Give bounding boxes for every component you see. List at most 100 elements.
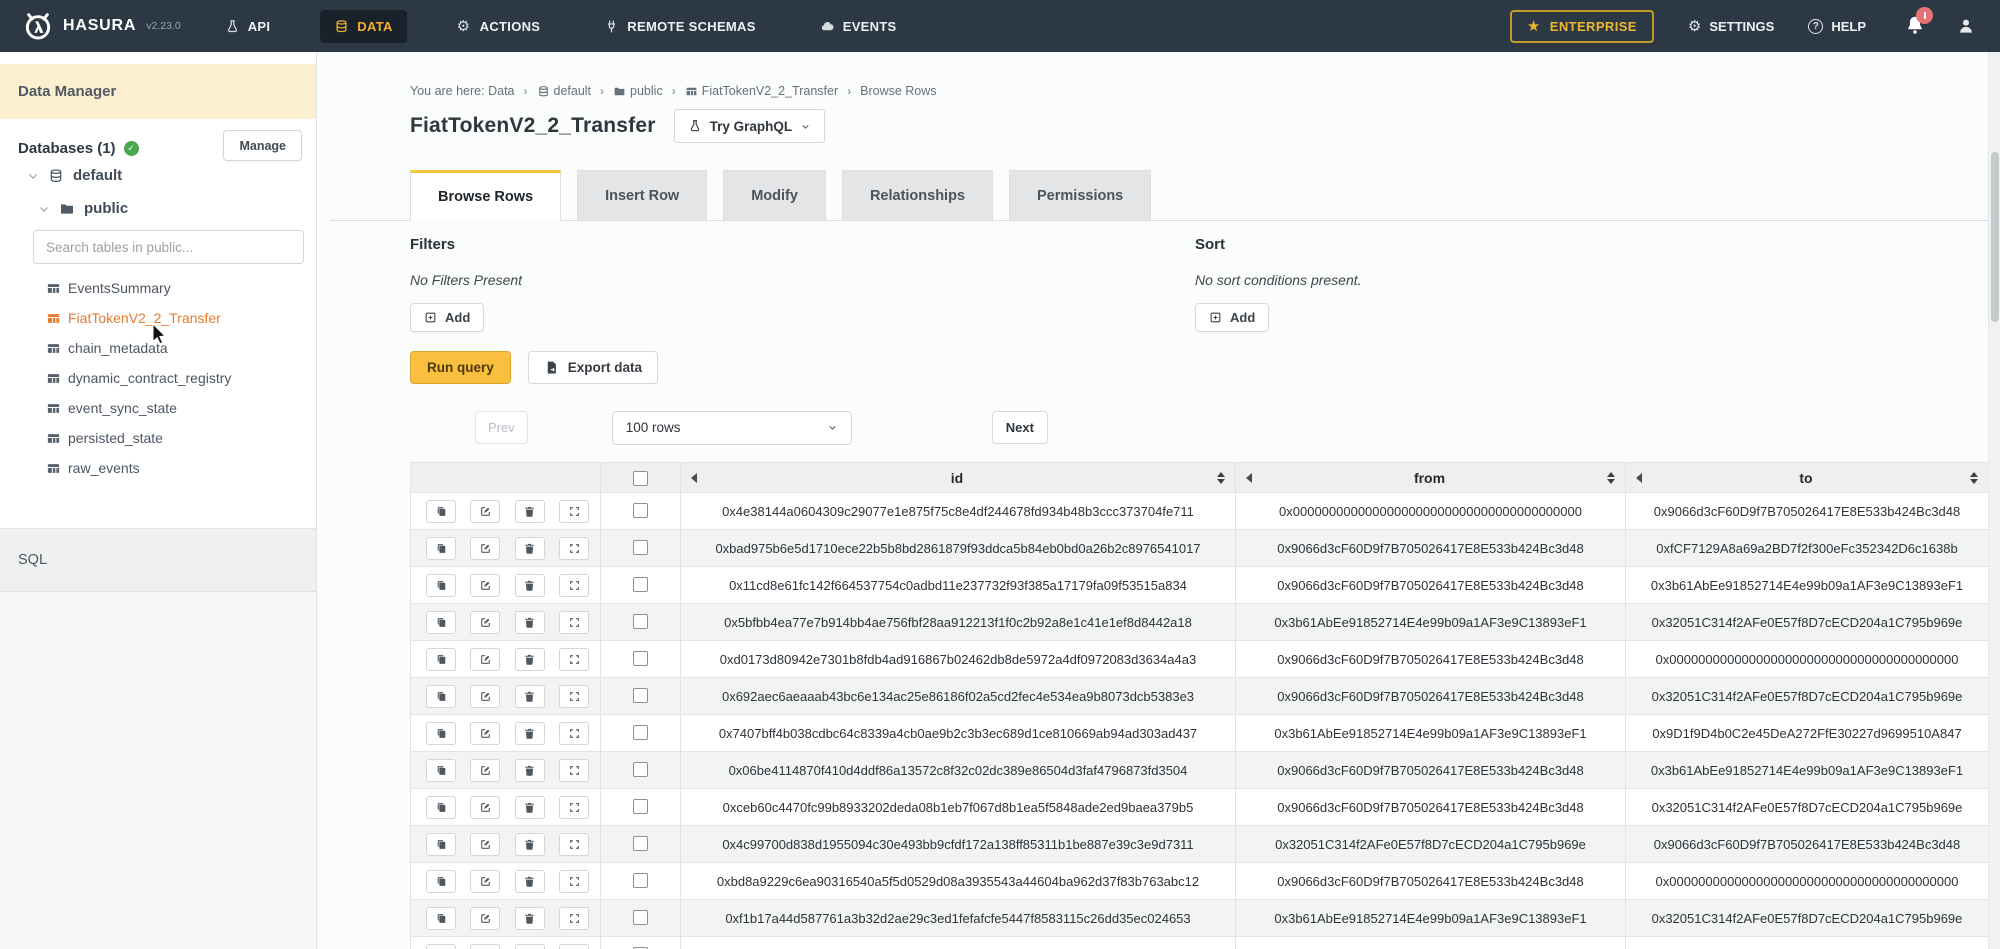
- prev-page-button[interactable]: Prev: [475, 411, 528, 444]
- enterprise-button[interactable]: ★ ENTERPRISE: [1510, 10, 1654, 43]
- expand-row-button[interactable]: [559, 759, 589, 782]
- delete-row-button[interactable]: [515, 537, 545, 560]
- breadcrumb-public[interactable]: public: [630, 84, 663, 98]
- row-checkbox[interactable]: [633, 762, 648, 777]
- nav-item-events[interactable]: EVENTS: [806, 10, 911, 43]
- expand-row-button[interactable]: [559, 870, 589, 893]
- expand-row-button[interactable]: [559, 944, 589, 949]
- sort-column-icon[interactable]: [1217, 472, 1225, 484]
- expand-row-button[interactable]: [559, 500, 589, 523]
- edit-row-button[interactable]: [470, 870, 500, 893]
- breadcrumb-data[interactable]: Data: [488, 84, 514, 98]
- row-checkbox[interactable]: [633, 836, 648, 851]
- delete-row-button[interactable]: [515, 944, 545, 949]
- tab-permissions[interactable]: Permissions: [1009, 170, 1151, 220]
- tab-insert-row[interactable]: Insert Row: [577, 170, 707, 220]
- tab-modify[interactable]: Modify: [723, 170, 826, 220]
- column-header-id[interactable]: id: [681, 463, 1236, 493]
- vertical-scrollbar[interactable]: [1988, 52, 2000, 949]
- clone-row-button[interactable]: [426, 907, 456, 930]
- sidebar-item-dynamic-contract-registry[interactable]: dynamic_contract_registry: [0, 363, 316, 393]
- breadcrumb-browse-rows[interactable]: Browse Rows: [860, 84, 936, 98]
- edit-row-button[interactable]: [470, 685, 500, 708]
- expand-row-button[interactable]: [559, 574, 589, 597]
- search-tables-input[interactable]: [33, 230, 304, 264]
- row-checkbox[interactable]: [633, 725, 648, 740]
- nav-item-remote-schemas[interactable]: REMOTE SCHEMAS: [590, 10, 769, 43]
- select-all-checkbox[interactable]: [633, 471, 648, 486]
- breadcrumb-default[interactable]: default: [554, 84, 592, 98]
- tree-node-database[interactable]: default: [27, 167, 122, 184]
- delete-row-button[interactable]: [515, 907, 545, 930]
- sort-column-icon[interactable]: [1970, 472, 1978, 484]
- user-menu-button[interactable]: [1956, 16, 1976, 36]
- sidebar-item-sql[interactable]: SQL: [0, 528, 316, 592]
- delete-row-button[interactable]: [515, 722, 545, 745]
- expand-row-button[interactable]: [559, 796, 589, 819]
- delete-row-button[interactable]: [515, 870, 545, 893]
- edit-row-button[interactable]: [470, 907, 500, 930]
- delete-row-button[interactable]: [515, 648, 545, 671]
- expand-row-button[interactable]: [559, 722, 589, 745]
- try-graphql-button[interactable]: Try GraphQL: [674, 109, 826, 143]
- edit-row-button[interactable]: [470, 944, 500, 949]
- delete-row-button[interactable]: [515, 611, 545, 634]
- add-sort-button[interactable]: Add: [1195, 303, 1269, 332]
- run-query-button[interactable]: Run query: [410, 351, 511, 384]
- edit-row-button[interactable]: [470, 796, 500, 819]
- tab-relationships[interactable]: Relationships: [842, 170, 993, 220]
- notifications-button[interactable]: [1904, 14, 1926, 38]
- row-checkbox[interactable]: [633, 688, 648, 703]
- sort-column-icon[interactable]: [1607, 472, 1615, 484]
- delete-row-button[interactable]: [515, 833, 545, 856]
- hasura-logo-icon[interactable]: [22, 10, 54, 42]
- clone-row-button[interactable]: [426, 648, 456, 671]
- row-checkbox[interactable]: [633, 651, 648, 666]
- sidebar-item-event-sync-state[interactable]: event_sync_state: [0, 393, 316, 423]
- edit-row-button[interactable]: [470, 611, 500, 634]
- sidebar-item-eventssummary[interactable]: EventsSummary: [0, 273, 316, 303]
- edit-row-button[interactable]: [470, 500, 500, 523]
- row-checkbox[interactable]: [633, 540, 648, 555]
- nav-item-actions[interactable]: ⚙ ACTIONS: [443, 10, 555, 43]
- delete-row-button[interactable]: [515, 759, 545, 782]
- clone-row-button[interactable]: [426, 796, 456, 819]
- page-size-select[interactable]: 100 rows: [612, 411, 852, 445]
- delete-row-button[interactable]: [515, 574, 545, 597]
- expand-row-button[interactable]: [559, 648, 589, 671]
- edit-row-button[interactable]: [470, 722, 500, 745]
- export-data-button[interactable]: Export data: [528, 351, 658, 384]
- row-checkbox[interactable]: [633, 614, 648, 629]
- clone-row-button[interactable]: [426, 833, 456, 856]
- expand-row-button[interactable]: [559, 611, 589, 634]
- scrollbar-thumb[interactable]: [1991, 152, 1999, 322]
- add-filter-button[interactable]: Add: [410, 303, 484, 332]
- sidebar-item-raw-events[interactable]: raw_events: [0, 453, 316, 483]
- edit-row-button[interactable]: [470, 574, 500, 597]
- column-header-to[interactable]: to: [1626, 463, 1989, 493]
- clone-row-button[interactable]: [426, 574, 456, 597]
- next-page-button[interactable]: Next: [992, 411, 1048, 444]
- sidebar-item-fiattokenv2-2-transfer[interactable]: FiatTokenV2_2_Transfer: [0, 303, 316, 333]
- edit-row-button[interactable]: [470, 759, 500, 782]
- delete-row-button[interactable]: [515, 796, 545, 819]
- edit-row-button[interactable]: [470, 833, 500, 856]
- clone-row-button[interactable]: [426, 870, 456, 893]
- edit-row-button[interactable]: [470, 648, 500, 671]
- row-checkbox[interactable]: [633, 910, 648, 925]
- clone-row-button[interactable]: [426, 611, 456, 634]
- expand-row-button[interactable]: [559, 537, 589, 560]
- nav-item-api[interactable]: API: [211, 10, 285, 43]
- help-button[interactable]: ? HELP: [1808, 19, 1866, 34]
- chevron-down-icon[interactable]: [38, 203, 50, 215]
- clone-row-button[interactable]: [426, 537, 456, 560]
- clone-row-button[interactable]: [426, 944, 456, 949]
- row-checkbox[interactable]: [633, 577, 648, 592]
- expand-row-button[interactable]: [559, 833, 589, 856]
- delete-row-button[interactable]: [515, 685, 545, 708]
- clone-row-button[interactable]: [426, 759, 456, 782]
- settings-button[interactable]: ⚙ SETTINGS: [1688, 19, 1774, 34]
- delete-row-button[interactable]: [515, 500, 545, 523]
- manage-button[interactable]: Manage: [223, 130, 302, 161]
- chevron-down-icon[interactable]: [27, 170, 39, 182]
